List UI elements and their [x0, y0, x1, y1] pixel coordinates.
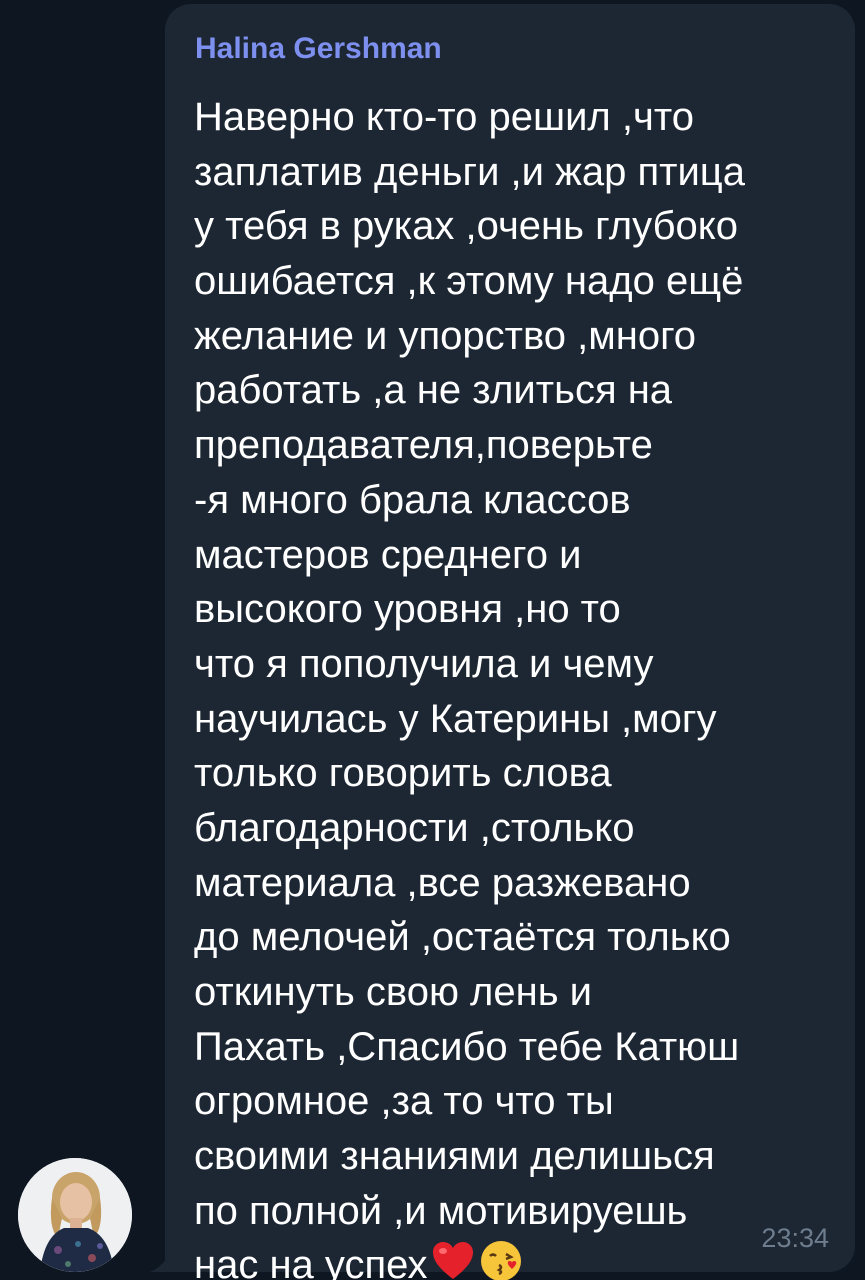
chat-screen: Halina Gershman Наверно кто-то решил ,чт… [0, 0, 865, 1280]
message-line-last: нас на успех [194, 1238, 834, 1280]
message-line: мастеров среднего и [194, 532, 582, 577]
message-line: огромное ,за то что ты [194, 1079, 614, 1124]
message-line: материала ,все разжевано [194, 860, 691, 905]
message-line: по полной ,и мотивируешь [194, 1188, 688, 1233]
avatar-photo [18, 1158, 132, 1272]
heart-emoji [431, 1241, 475, 1280]
message-line: работать ,а не злиться на [194, 368, 673, 413]
message-line: желание и упорство ,много [194, 313, 697, 358]
message-line-text: нас на успех [194, 1243, 428, 1280]
message-line: ошибается ,к этому надо ещё [194, 259, 744, 304]
message-line: своими знаниями делишься [194, 1134, 715, 1179]
message-line: Пахать ,Спасибо тебе Катюш [194, 1024, 740, 1069]
message-text: Наверно кто-то решил ,что заплатив деньг… [194, 90, 834, 1280]
message-line: преподавателя,поверьте [194, 423, 653, 468]
sender-name[interactable]: Halina Gershman [195, 32, 442, 66]
message-line: откинуть свою лень и [194, 970, 593, 1014]
message-line: до мелочей ,остаётся только [194, 915, 731, 960]
message-line: Наверно кто-то решил ,что [194, 95, 694, 139]
message-time: 23:34 [761, 1223, 829, 1253]
message-line: -я много брала классов [194, 477, 631, 522]
sender-avatar[interactable] [18, 1158, 132, 1272]
message-line: только говорить слова [194, 751, 612, 796]
message-line: высокого уровня ,но то [194, 587, 621, 632]
message-line: благодарности ,столько [194, 805, 635, 850]
kissing-face-emoji [479, 1239, 523, 1280]
message-line: у тебя в руках ,очень глубоко [194, 204, 738, 249]
message-bubble[interactable]: Halina Gershman Наверно кто-то решил ,чт… [165, 4, 855, 1280]
message-line: научилась у Катерины ,могу [194, 696, 717, 741]
message-line: заплатив деньги ,и жар птица [194, 149, 745, 194]
message-line: что я пополучила и чему [194, 641, 654, 686]
